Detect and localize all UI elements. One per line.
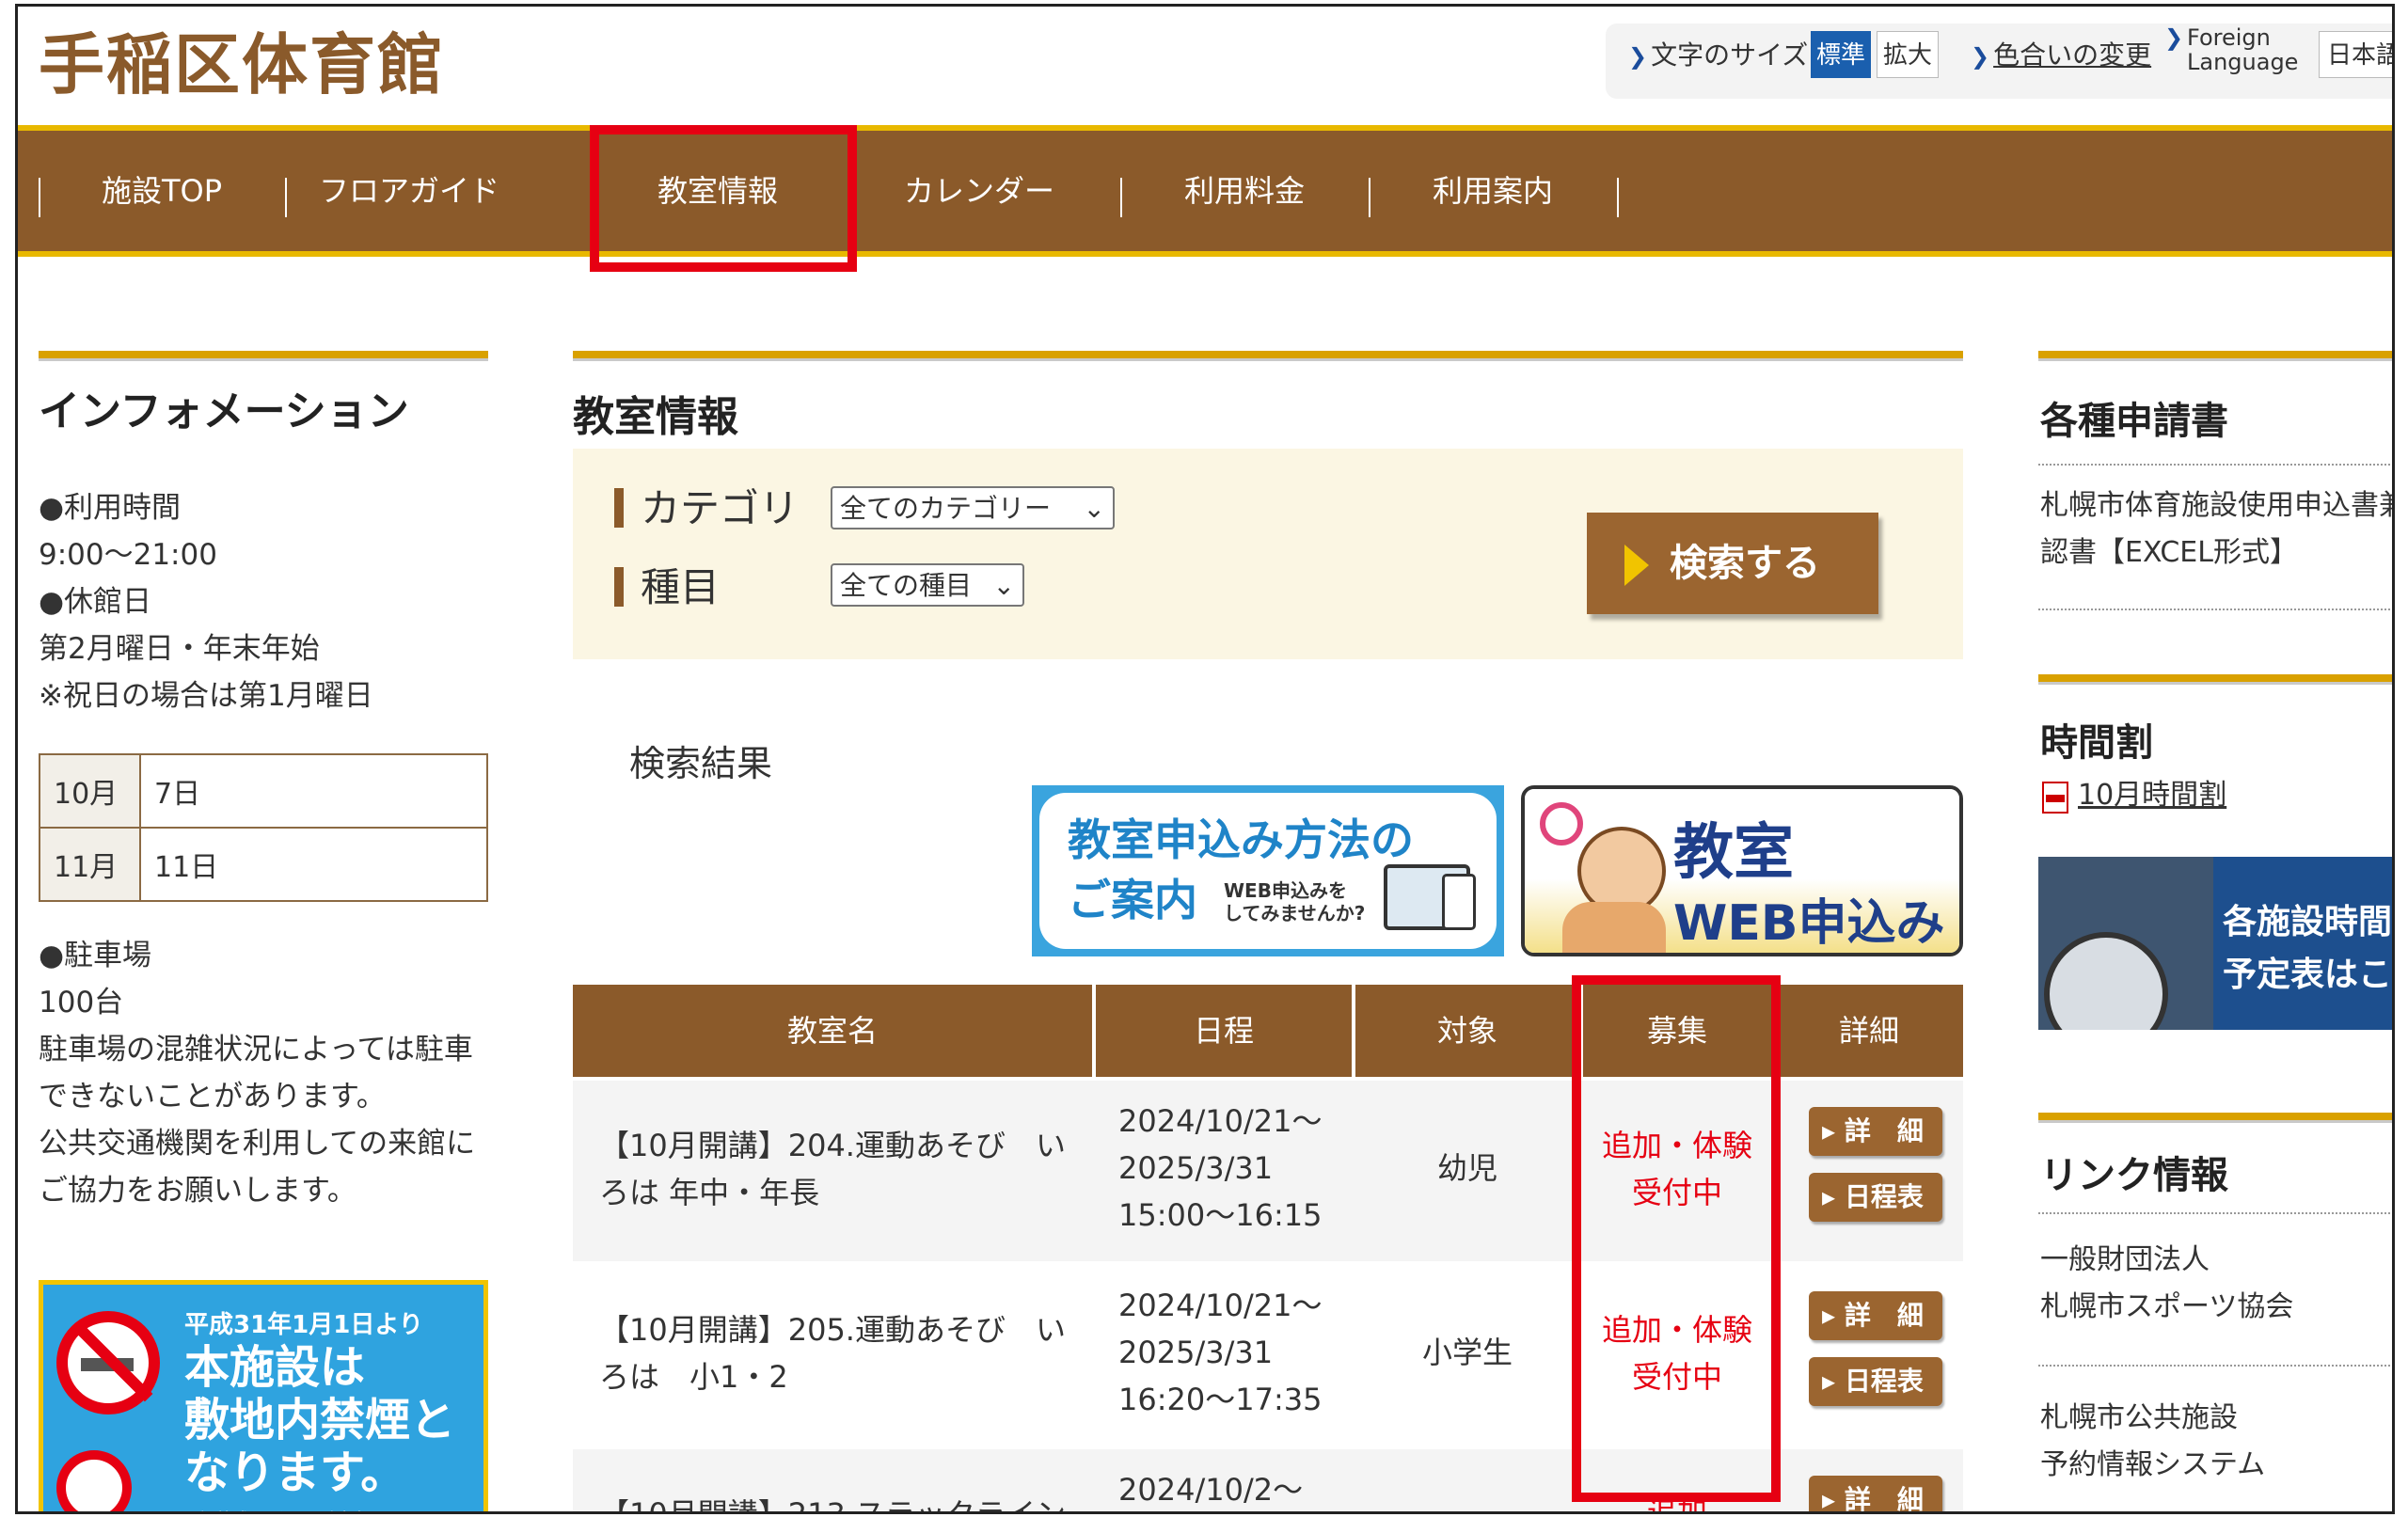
chevron-right-icon: ❯	[1971, 43, 1990, 70]
highlight-box-recruit-column	[1572, 975, 1781, 1502]
dotted-divider	[2038, 1212, 2392, 1216]
category-select[interactable]: 全てのカテゴリー ⌄	[831, 486, 1115, 529]
no-heated-tobacco-icon	[56, 1450, 132, 1511]
banner-guide-subtitle: ご案内	[1068, 875, 1197, 925]
info-hours-block: ●利用時間 9:00～21:00 ●休館日 第2月曜日・年末年始 ※祝日の場合は…	[39, 491, 373, 713]
nav-item-usage-guide[interactable]: 利用案内	[1370, 131, 1615, 251]
event-select[interactable]: 全ての種目 ⌄	[831, 563, 1024, 607]
nav-item-facility-top[interactable]: 施設TOP	[40, 131, 283, 251]
schedule-cell: 2024/10/21～ 2025/3/31 16:20～17:35	[1118, 1288, 1323, 1417]
banner-web-subtitle: WEB申込み	[1673, 895, 1945, 952]
schedule-banner-text: 各施設時間 予定表はこ	[2223, 903, 2393, 994]
chevron-down-icon: ⌄	[1083, 493, 1105, 524]
dotted-divider	[2038, 464, 2392, 467]
banner-guide-small: WEB申込みを してみませんか?	[1224, 879, 1366, 925]
link-sports-association[interactable]: 一般財団法人 札幌市スポーツ協会	[2040, 1237, 2293, 1331]
label-bar	[614, 488, 624, 528]
web-application-banner[interactable]: 教室 WEB申込み	[1521, 785, 1963, 956]
language-select[interactable]: 日本語	[2319, 31, 2392, 78]
closed-days-table: 10月 7日 11月 11日	[39, 753, 488, 902]
table-row: 10月 7日	[39, 753, 488, 829]
search-panel: カテゴリ 全てのカテゴリー ⌄ 種目 全ての種目 ⌄ 検索する	[573, 449, 1963, 659]
chevron-right-icon: ❯	[2164, 24, 2184, 51]
woman-body-shape	[1562, 902, 1666, 953]
detail-button[interactable]: ▸ 詳 細	[1809, 1291, 1942, 1340]
page-title: 教室情報	[573, 393, 738, 441]
links-title: リンク情報	[2040, 1154, 2228, 1197]
smoking-message: 本施設は 敷地内禁煙と なります。	[184, 1341, 456, 1499]
facility-schedule-banner[interactable]: 各施設時間 予定表はこ	[2038, 857, 2393, 1030]
info-title: インフォメーション	[39, 387, 409, 435]
class-name-cell: 【10月開講】213.スラックライン	[599, 1496, 1066, 1514]
banner-web-title: 教室	[1673, 818, 1794, 888]
nav-item-fees[interactable]: 利用料金	[1122, 131, 1367, 251]
dotted-divider	[2038, 608, 2392, 612]
label-bar	[614, 567, 624, 607]
no-smoking-banner[interactable]: 平成31年1月1日より 本施設は 敷地内禁煙と なります。 ※加熱式たばこもご遠…	[39, 1280, 488, 1511]
chevron-right-icon: ❯	[1628, 43, 1648, 70]
target-cell: 幼児	[1436, 1150, 1497, 1186]
section-rule	[2038, 351, 2392, 361]
table-row: 11月 11日	[39, 827, 488, 902]
detail-button[interactable]: ▸ 詳 細	[1809, 1476, 1942, 1511]
search-button[interactable]: 検索する	[1587, 513, 1878, 614]
table-cell: 11月	[39, 827, 141, 902]
table-cell: 7日	[139, 753, 488, 829]
event-label: 種目	[641, 564, 721, 610]
dotted-divider	[2038, 1365, 2392, 1368]
highlight-box-nav	[590, 125, 857, 272]
category-label: カテゴリ	[641, 485, 800, 531]
link-reservation-system[interactable]: 札幌市公共施設 予約情報システム	[2040, 1395, 2265, 1489]
timetable-title: 時間割	[2040, 721, 2153, 765]
pdf-icon	[2042, 782, 2068, 814]
browser-viewport: 手稲区体育館 ❯ 文字のサイズ 標準 拡大 ❯ 色合いの変更 ❯ Foreign La…	[15, 4, 2395, 1514]
play-arrow-icon	[1624, 545, 1649, 586]
target-cell: 小学生	[1421, 1335, 1513, 1370]
banner-inner: 教室申込み方法の ご案内 WEB申込みを してみませんか?	[1039, 793, 1497, 949]
column-header-target: 対象	[1355, 985, 1579, 1077]
chevron-down-icon: ⌄	[992, 570, 1015, 601]
color-change-link[interactable]: ❯ 色合いの変更	[1971, 35, 2151, 72]
smoking-note: ※加熱式たばこもご遠慮ください	[184, 1507, 436, 1511]
section-rule	[39, 351, 488, 361]
column-header-schedule: 日程	[1096, 985, 1352, 1077]
detail-button[interactable]: ▸ 詳 細	[1809, 1107, 1942, 1156]
results-label: 検索結果	[629, 743, 773, 784]
nav-divider	[1617, 178, 1619, 217]
no-smoking-icon	[56, 1311, 160, 1414]
application-guide-banner[interactable]: 教室申込み方法の ご案内 WEB申込みを してみませんか?	[1032, 785, 1504, 956]
smoking-date: 平成31年1月1日より	[184, 1311, 423, 1339]
font-size-label: ❯ 文字のサイズ	[1628, 40, 1809, 71]
schedule-cell: 2024/10/21～ 2025/3/31 15:00～16:15	[1118, 1103, 1323, 1233]
info-parking-block: ●駐車場 100台 駐車場の混雑状況によっては駐車 できないことがあります。 公…	[39, 939, 476, 1208]
font-standard-button[interactable]: 標準	[1811, 31, 1871, 78]
schedule-cell: 2024/10/2～	[1118, 1472, 1304, 1508]
foreign-language-label: ❯	[2164, 25, 2183, 50]
main-navbar: 施設TOP フロアガイド 教室情報 カレンダー 利用料金 利用案内	[18, 125, 2392, 257]
class-name-cell: 【10月開講】204.運動あそび い ろは 年中・年長	[599, 1128, 1066, 1210]
schedule-button[interactable]: ▸ 日程表	[1809, 1173, 1942, 1222]
nav-item-floor-guide[interactable]: フロアガイド	[287, 131, 531, 251]
banner-guide-title: 教室申込み方法の	[1068, 814, 1414, 865]
font-large-button[interactable]: 拡大	[1877, 31, 1939, 78]
forms-link[interactable]: 札幌市体育施設使用申込書兼 認書【EXCEL形式】	[2040, 482, 2392, 577]
timetable-link[interactable]: 10月時間割	[2078, 772, 2226, 819]
section-rule	[2038, 674, 2392, 685]
table-cell: 11日	[139, 827, 488, 902]
schedule-button[interactable]: ▸ 日程表	[1809, 1357, 1942, 1406]
column-header-detail: 詳細	[1775, 985, 1963, 1077]
section-rule	[573, 351, 1963, 361]
section-rule	[2038, 1113, 2392, 1123]
class-name-cell: 【10月開講】205.運動あそび い ろは 小1・2	[599, 1312, 1066, 1395]
nav-item-calendar[interactable]: カレンダー	[857, 131, 1101, 251]
column-header-name: 教室名	[573, 985, 1092, 1077]
pdf-icon-band	[2046, 795, 2065, 802]
foreign-language-text: Foreign Language	[2187, 24, 2299, 75]
table-cell: 10月	[39, 753, 141, 829]
forms-title: 各種申請書	[2040, 400, 2228, 443]
site-logo[interactable]: 手稲区体育館	[39, 12, 445, 107]
phone-icon	[1442, 874, 1476, 930]
circle-icon	[1540, 802, 1583, 846]
